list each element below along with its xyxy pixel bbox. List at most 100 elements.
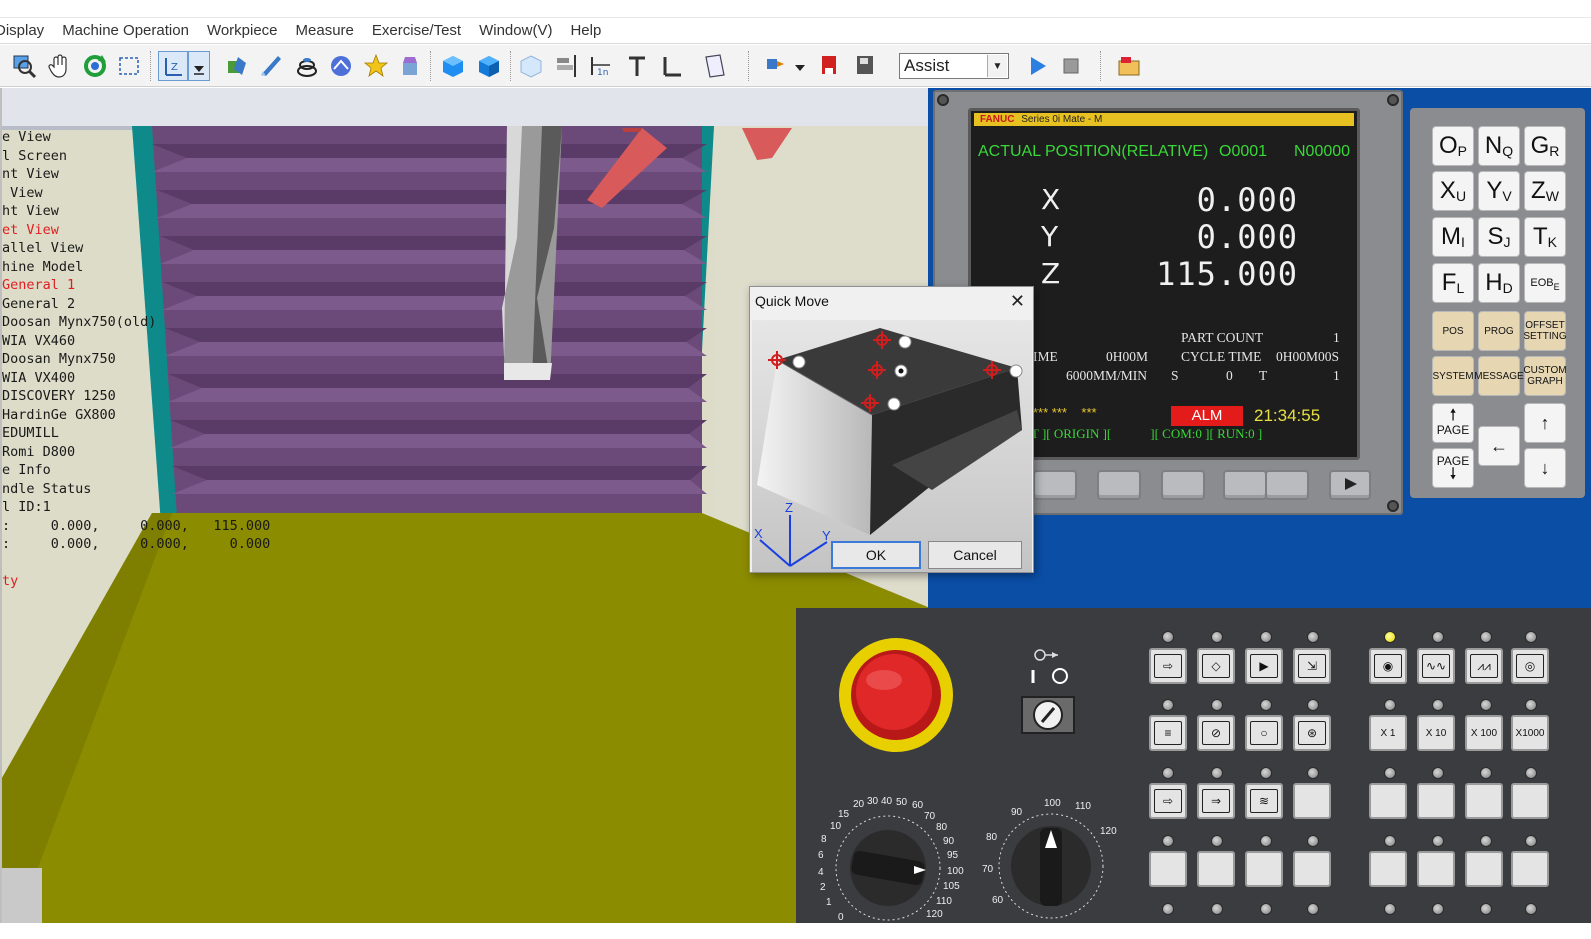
softkey-next[interactable] xyxy=(1329,470,1371,500)
star-icon[interactable] xyxy=(361,51,391,81)
key-eob[interactable]: EOB E xyxy=(1524,263,1566,303)
play-icon[interactable] xyxy=(1022,51,1052,81)
blank-button[interactable] xyxy=(1465,851,1503,887)
key-o[interactable]: OP xyxy=(1432,126,1474,166)
spray-icon[interactable] xyxy=(395,51,425,81)
block-skip-button[interactable]: ⊘ xyxy=(1197,715,1235,751)
dry-run-button[interactable]: ⊛ xyxy=(1293,715,1331,751)
softkey-5[interactable] xyxy=(1265,470,1309,500)
menu-measure[interactable]: Measure xyxy=(296,22,354,39)
optional-stop-button[interactable]: ○ xyxy=(1245,715,1283,751)
key-s[interactable]: SJ xyxy=(1478,217,1520,257)
key-y[interactable]: YV xyxy=(1478,171,1520,211)
key-offset-setting[interactable]: OFFSET SETTING xyxy=(1523,311,1567,351)
spindle-icon[interactable] xyxy=(762,51,792,81)
blank-button[interactable] xyxy=(1417,851,1455,887)
key-prog[interactable]: PROG xyxy=(1478,311,1520,351)
mode-memory-button[interactable]: ▶ xyxy=(1245,648,1283,684)
view-dropdown-icon[interactable] xyxy=(188,51,210,81)
cube-solid-icon[interactable] xyxy=(438,51,468,81)
aux-lock-button[interactable]: ≋ xyxy=(1245,783,1283,819)
spindle-dropdown-icon[interactable] xyxy=(790,51,810,81)
close-icon[interactable]: ✕ xyxy=(1010,291,1025,312)
view-axis-icon[interactable]: Z xyxy=(158,51,188,81)
blank-button[interactable] xyxy=(1511,783,1549,819)
blank-button[interactable] xyxy=(1149,851,1187,887)
step-x10-button[interactable]: X 10 xyxy=(1417,715,1455,751)
measure-1n-icon[interactable]: 1n xyxy=(586,51,616,81)
exercise-icon[interactable] xyxy=(1114,51,1144,81)
key-page-down[interactable]: PAGE 🠗 xyxy=(1432,448,1474,488)
step-x1-button[interactable]: X 1 xyxy=(1369,715,1407,751)
mode-select[interactable]: Assist ▼ xyxy=(899,53,1009,79)
key-m[interactable]: MI xyxy=(1432,217,1474,257)
stop-icon[interactable] xyxy=(1056,51,1086,81)
step-x1000-button[interactable]: X1000 xyxy=(1511,715,1549,751)
key-n[interactable]: NQ xyxy=(1478,126,1520,166)
key-page-up[interactable]: 🠕 PAGE xyxy=(1432,403,1474,443)
key-x[interactable]: XU xyxy=(1432,171,1474,211)
mode-mdi-button[interactable]: ◇ xyxy=(1197,648,1235,684)
menu-display[interactable]: Display xyxy=(0,22,44,39)
softkey-3[interactable] xyxy=(1161,470,1205,500)
key-t[interactable]: TK xyxy=(1524,217,1566,257)
blank-button[interactable] xyxy=(1465,783,1503,819)
ok-button[interactable]: OK xyxy=(831,541,921,569)
mode-edit-button[interactable]: ⇨ xyxy=(1149,648,1187,684)
step-x100-button[interactable]: X 100 xyxy=(1465,715,1503,751)
tool-icon[interactable] xyxy=(222,51,252,81)
key-message[interactable]: MESSAGE xyxy=(1474,356,1524,396)
t-tool-icon[interactable] xyxy=(622,51,652,81)
key-pos[interactable]: POS xyxy=(1432,311,1474,351)
cube-shaded-icon[interactable] xyxy=(474,51,504,81)
select-box-icon[interactable] xyxy=(114,51,144,81)
softkey-4[interactable] xyxy=(1223,470,1267,500)
document-icon[interactable] xyxy=(700,51,730,81)
key-z[interactable]: ZW xyxy=(1524,171,1566,211)
single-block-button[interactable]: ≡ xyxy=(1149,715,1187,751)
menu-machine-operation[interactable]: Machine Operation xyxy=(62,22,189,39)
blank-button[interactable] xyxy=(1369,851,1407,887)
inc-jog-button[interactable]: ⩘⩘ xyxy=(1465,648,1503,684)
cube-transparent-icon[interactable] xyxy=(516,51,546,81)
blank-button[interactable] xyxy=(1293,783,1331,819)
toolbar: Z 1n Assist ▼ xyxy=(0,45,1591,87)
save-red-icon[interactable] xyxy=(815,51,845,81)
key-system[interactable]: SYSTEM xyxy=(1432,356,1474,396)
key-f[interactable]: FL xyxy=(1432,263,1474,303)
blank-button[interactable] xyxy=(1197,851,1235,887)
knife-icon[interactable] xyxy=(256,51,286,81)
key-cursor-left[interactable]: ← xyxy=(1478,426,1520,466)
pan-hand-icon[interactable] xyxy=(45,51,75,81)
program-restart-button[interactable]: ⇨ xyxy=(1149,783,1187,819)
cancel-button[interactable]: Cancel xyxy=(928,541,1022,569)
handle-button[interactable]: ◎ xyxy=(1511,648,1549,684)
menu-exercise-test[interactable]: Exercise/Test xyxy=(372,22,461,39)
blank-button[interactable] xyxy=(1511,851,1549,887)
zoom-icon[interactable] xyxy=(10,51,40,81)
menu-help[interactable]: Help xyxy=(570,22,601,39)
jog-button[interactable]: ∿∿ xyxy=(1417,648,1455,684)
save-icon[interactable] xyxy=(850,51,880,81)
blank-button[interactable] xyxy=(1293,851,1331,887)
coolant-icon[interactable] xyxy=(292,51,322,81)
softkey-1[interactable] xyxy=(1033,470,1077,500)
rotate-icon[interactable] xyxy=(80,51,110,81)
blank-button[interactable] xyxy=(1369,783,1407,819)
softkey-2[interactable] xyxy=(1097,470,1141,500)
mode-dnc-button[interactable]: ⇲ xyxy=(1293,648,1331,684)
clean-icon[interactable] xyxy=(326,51,356,81)
key-g[interactable]: GR xyxy=(1524,126,1566,166)
align-icon[interactable] xyxy=(552,51,582,81)
key-h[interactable]: HD xyxy=(1478,263,1520,303)
menu-window[interactable]: Window(V) xyxy=(479,22,552,39)
blank-button[interactable] xyxy=(1245,851,1283,887)
ref-return-button[interactable]: ◉ xyxy=(1369,648,1407,684)
key-cursor-down[interactable]: ↓ xyxy=(1524,448,1566,488)
machine-lock-button[interactable]: ⇒ xyxy=(1197,783,1235,819)
l-tool-icon[interactable] xyxy=(656,51,686,81)
key-custom-graph[interactable]: CUSTOM GRAPH xyxy=(1523,356,1567,396)
menu-workpiece[interactable]: Workpiece xyxy=(207,22,278,39)
key-cursor-up[interactable]: ↑ xyxy=(1524,403,1566,443)
blank-button[interactable] xyxy=(1417,783,1455,819)
